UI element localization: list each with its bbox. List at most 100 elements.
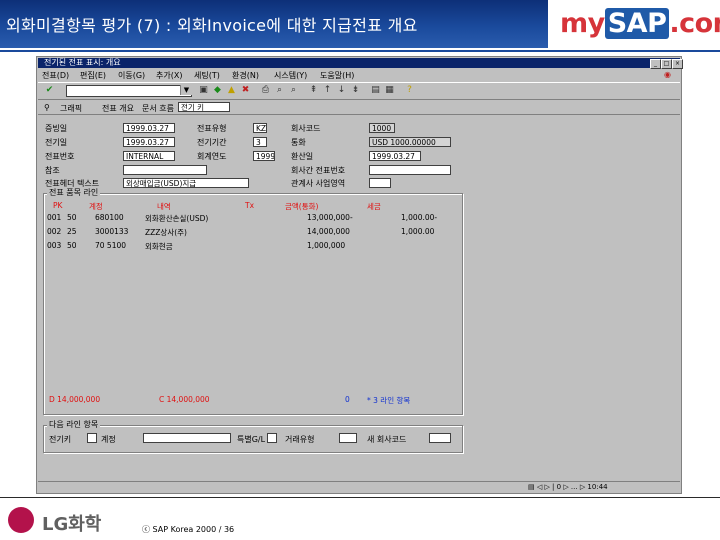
header-rule (0, 50, 720, 52)
translation-date-field[interactable]: 1999.03.27 (369, 151, 421, 161)
print-icon[interactable]: ⎙ (260, 85, 271, 96)
row-pk: 50 (67, 213, 77, 222)
row-tax: 1,000.00 (401, 227, 435, 236)
new-company-code-input[interactable] (429, 433, 451, 443)
find-icon[interactable]: ⌕ (274, 85, 285, 96)
posting-period-field[interactable]: 3 (253, 137, 267, 147)
row-number: 003 (47, 241, 62, 250)
menu-settings[interactable]: 세팅(T) (194, 70, 220, 81)
row-description: 외화환산손실(USD) (145, 214, 209, 223)
menubar: 전표(D) 편집(E) 이동(G) 추가(X) 세팅(T) 환경(N) 시스템(… (38, 69, 680, 81)
document-date-label: 증빙일 (45, 124, 68, 133)
col-header-description: 내역 (157, 202, 171, 211)
menu-extras[interactable]: 추가(X) (156, 70, 182, 81)
row-number: 002 (47, 227, 62, 236)
help-icon[interactable]: ? (404, 85, 415, 96)
maximize-icon[interactable]: □ (661, 59, 672, 69)
document-number-field[interactable]: INTERNAL (123, 151, 175, 161)
close-icon[interactable]: × (672, 59, 683, 69)
fiscal-year-field[interactable]: 1999 (253, 151, 275, 161)
back-icon[interactable]: ◆ (212, 85, 223, 96)
overview-button[interactable]: 전표 개요 (102, 103, 134, 114)
row-amount: 14,000,000 (307, 227, 350, 236)
col-header-amount: 금액(통화) (285, 202, 319, 211)
document-flow-button[interactable]: 문서 흐름 (142, 103, 174, 114)
next-page-icon[interactable]: ↓ (336, 85, 347, 96)
document-date-field[interactable]: 1999.03.27 (123, 123, 175, 133)
document-type-label: 전표유형 (197, 124, 227, 133)
total-credit: C 14,000,000 (159, 395, 210, 404)
row-pk: 25 (67, 227, 77, 236)
row-amount: 1,000,000 (307, 241, 346, 250)
graphic-icon[interactable]: ⚲ (44, 103, 50, 112)
find-next-icon[interactable]: ⌕ (288, 85, 299, 96)
first-page-icon[interactable]: ⇞ (308, 85, 319, 96)
currency-field[interactable]: USD 1000.00000 (369, 137, 451, 147)
reference-field[interactable] (123, 165, 207, 175)
intercompany-number-field[interactable] (369, 165, 451, 175)
special-gl-input[interactable] (267, 433, 277, 443)
total-balance: 0 (345, 395, 350, 404)
col-header-tax: 세금 (367, 202, 381, 211)
menu-edit[interactable]: 편집(E) (80, 70, 106, 81)
posting-key-input[interactable] (87, 433, 97, 443)
row-description: ZZZ상사(주) (145, 228, 187, 237)
company-code-field[interactable]: 1000 (369, 123, 395, 133)
row-description: 외화현금 (145, 242, 173, 251)
row-pk: 50 (67, 241, 77, 250)
lg-chem-logo-text: LG화학 (42, 514, 102, 535)
standard-toolbar: ✔ ▼ ▣ ◆ ▲ ✖ ⎙ ⌕ ⌕ ⇞ ↑ ↓ ⇟ ▤ ▦ ? (38, 82, 680, 100)
menu-system[interactable]: 시스템(Y) (274, 70, 307, 81)
last-page-icon[interactable]: ⇟ (350, 85, 361, 96)
enter-check-icon[interactable]: ✔ (44, 85, 55, 96)
col-header-tx: Tx (245, 201, 255, 210)
company-code-label: 회사코드 (291, 124, 321, 133)
new-company-code-label: 새 회사코드 (367, 435, 407, 444)
command-field[interactable]: ▼ (66, 85, 192, 97)
graphic-button[interactable]: 그래픽 (60, 103, 82, 114)
posting-key-field[interactable]: 전기 키 (178, 102, 230, 112)
row-account: 3000133 (95, 227, 129, 236)
trading-area-field[interactable] (369, 178, 391, 188)
minimize-icon[interactable]: _ (650, 59, 661, 69)
shortcut-icon[interactable]: ▦ (384, 85, 395, 96)
posting-key-label: 전기키 (49, 435, 72, 444)
posting-period-label: 전기기간 (197, 138, 227, 147)
copyright-notice: ⓒ SAP Korea 2000 / 36 (142, 525, 235, 534)
row-account: 70 5100 (95, 241, 127, 250)
col-header-account: 계정 (89, 202, 103, 211)
row-number: 001 (47, 213, 62, 222)
total-line-count: * 3 라인 항목 (367, 396, 411, 405)
line-items-title: 전표 품목 라인 (47, 187, 101, 198)
exit-icon[interactable]: ▲ (226, 85, 237, 96)
document-type-field[interactable]: KZ (253, 123, 267, 133)
window-titlebar: 전기된 전표 표시: 개요 _ □ × (38, 58, 683, 69)
menu-goto[interactable]: 이동(G) (118, 70, 145, 81)
new-session-icon[interactable]: ▤ (370, 85, 381, 96)
next-item-title: 다음 라인 항목 (47, 419, 101, 430)
prev-page-icon[interactable]: ↑ (322, 85, 333, 96)
special-gl-label: 특별G/L (237, 435, 266, 444)
menu-environment[interactable]: 환경(N) (232, 70, 259, 81)
account-input[interactable] (143, 433, 231, 443)
row-account: 680100 (95, 213, 124, 222)
transaction-type-input[interactable] (339, 433, 357, 443)
fiscal-year-label: 회계연도 (197, 152, 227, 161)
menu-document[interactable]: 전표(D) (42, 70, 69, 81)
dropdown-arrow-icon[interactable]: ▼ (180, 85, 192, 95)
footer-rule (0, 497, 720, 498)
posting-date-label: 전기일 (45, 138, 68, 147)
lg-logo-icon (8, 507, 34, 533)
window-title: 전기된 전표 표시: 개요 (44, 58, 121, 67)
row-amount: 13,000,000- (307, 213, 353, 222)
header-text-field[interactable]: 외상매입금(USD)지급 (123, 178, 249, 188)
posting-date-field[interactable]: 1999.03.27 (123, 137, 175, 147)
currency-label: 통화 (291, 138, 306, 147)
save-icon[interactable]: ▣ (198, 85, 209, 96)
total-debit: D 14,000,000 (49, 395, 101, 404)
trading-area-label: 관계사 사업영역 (291, 179, 346, 188)
col-header-pk: PK (53, 201, 63, 210)
menu-help[interactable]: 도움말(H) (320, 70, 354, 81)
document-number-label: 전표번호 (45, 152, 75, 161)
cancel-icon[interactable]: ✖ (240, 85, 251, 96)
